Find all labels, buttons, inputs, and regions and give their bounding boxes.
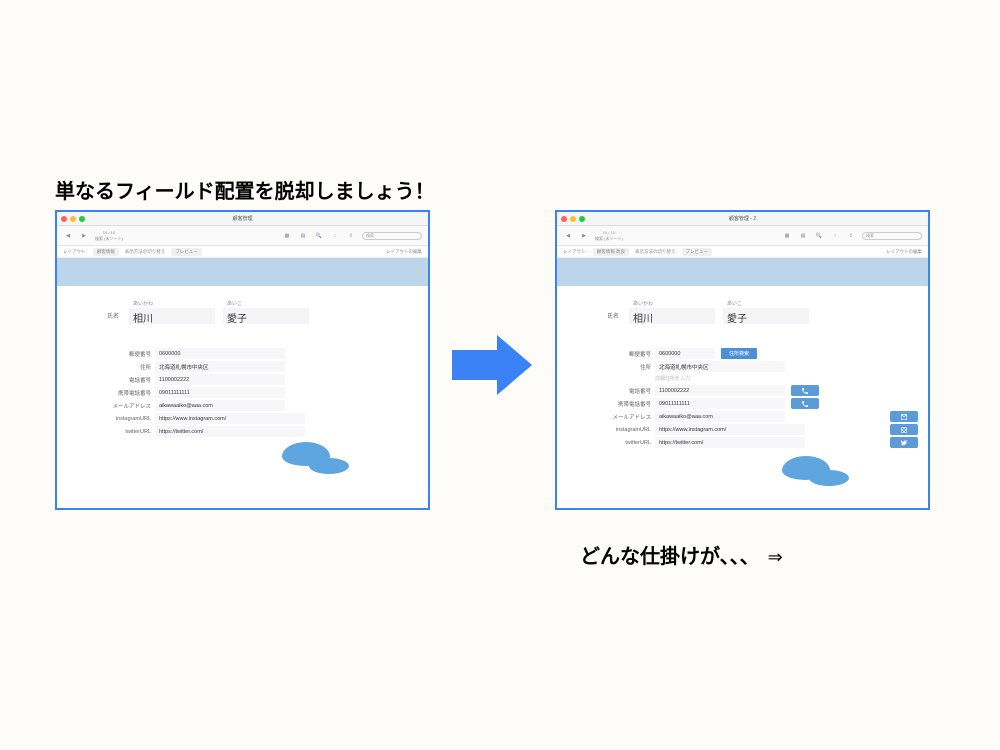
search-input[interactable]: 検索	[862, 232, 922, 240]
address-extra-field[interactable]: 詳細住所を入力	[655, 375, 918, 382]
window-after: 顧客管理 - 2 ◀ ▶ 10 / 10 検索 (未ソート) ▦ ▤ 🔍 ↕ ⇪…	[555, 210, 930, 510]
address-search-button[interactable]: 住所検索	[721, 348, 757, 359]
share-icon[interactable]: ⇪	[846, 231, 856, 241]
address-field[interactable]: 北海道札幌市中央区	[655, 361, 785, 372]
instagram-field[interactable]: https://www.instagram.com/	[155, 413, 305, 424]
delete-record-icon[interactable]: ▤	[798, 231, 808, 241]
postal-field[interactable]: 0600000	[655, 348, 715, 359]
twitter-row: twitterURL https://twitter.com/	[607, 437, 918, 448]
preview-button[interactable]: プレビュー	[171, 248, 202, 256]
edit-layout-button[interactable]: レイアウトの編集	[886, 249, 922, 255]
transition-arrow-icon	[452, 335, 532, 395]
postal-row: 郵便番号 0600000 住所検索	[607, 348, 918, 359]
highlight-blob-icon	[809, 470, 849, 486]
camera-icon	[900, 426, 908, 434]
postal-field[interactable]: 0600000	[155, 348, 285, 359]
titlebar: 顧客管理 - 2	[557, 212, 928, 226]
record-counter: 10 / 10 検索 (未ソート)	[95, 230, 123, 242]
sub-toolbar: レイアウト: 顧客情報 表示方法の切り替え プレビュー レイアウトの編集	[57, 246, 428, 258]
nav-next-icon[interactable]: ▶	[579, 231, 589, 241]
instagram-row: instagramURLhttps://www.instagram.com/	[107, 413, 418, 424]
email-field[interactable]: aikawaaiko@aaa.com	[655, 411, 785, 422]
layout-label: レイアウト:	[563, 249, 587, 255]
twitter-field[interactable]: https://twitter.com/	[155, 426, 305, 437]
right-arrow-icon: ⇒	[768, 547, 783, 568]
phone-field[interactable]: 1100002222	[655, 385, 785, 396]
surname-furigana: あいかわ	[629, 300, 715, 307]
view-switch[interactable]: 表示方法の切り替え	[635, 249, 676, 255]
instagram-field[interactable]: https://www.instagram.com/	[655, 424, 805, 435]
layout-selector[interactable]: 顧客情報	[93, 248, 119, 256]
phone-icon	[801, 387, 809, 395]
toolbar: ◀ ▶ 10 / 10 検索 (未ソート) ▦ ▤ 🔍 ↕ ⇪ 検索	[557, 226, 928, 246]
phone-row: 電話番号1100002222	[107, 374, 418, 385]
postal-row: 郵便番号0600000	[107, 348, 418, 359]
given-field[interactable]: 愛子	[223, 308, 309, 324]
surname-furigana: あいかわ	[129, 300, 215, 307]
bird-icon	[900, 439, 908, 447]
name-label: 氏名	[107, 311, 119, 320]
surname-field[interactable]: 相川	[629, 308, 715, 324]
nav-next-icon[interactable]: ▶	[79, 231, 89, 241]
window-before: 顧客管理 ◀ ▶ 10 / 10 検索 (未ソート) ▦ ▤ 🔍 ↕ ⇪ 検索 …	[55, 210, 430, 510]
find-icon[interactable]: 🔍	[814, 231, 824, 241]
mobile-field[interactable]: 09011111111	[155, 387, 285, 398]
phone-icon	[801, 400, 809, 408]
call-button[interactable]	[791, 385, 819, 396]
open-instagram-button[interactable]	[890, 424, 918, 435]
titlebar: 顧客管理	[57, 212, 428, 226]
instagram-row: instagramURL https://www.instagram.com/	[607, 424, 918, 435]
new-record-icon[interactable]: ▦	[782, 231, 792, 241]
header-band	[557, 258, 928, 286]
address-field[interactable]: 北海道札幌市中央区	[155, 361, 285, 372]
search-input[interactable]: 検索	[362, 232, 422, 240]
layout-label: レイアウト:	[63, 249, 87, 255]
slide-caption: どんな仕掛けが、、、⇒	[580, 540, 783, 569]
address-row: 住所北海道札幌市中央区	[107, 361, 418, 372]
address-row: 住所 北海道札幌市中央区	[607, 361, 918, 372]
send-email-button[interactable]	[890, 411, 918, 422]
sub-toolbar: レイアウト: 顧客情報 改良 表示方法の切り替え プレビュー レイアウトの編集	[557, 246, 928, 258]
nav-prev-icon[interactable]: ◀	[563, 231, 573, 241]
window-title: 顧客管理	[57, 215, 428, 222]
header-band	[57, 258, 428, 286]
delete-record-icon[interactable]: ▤	[298, 231, 308, 241]
mobile-row: 携帯電話番号 09011111111	[607, 398, 918, 409]
share-icon[interactable]: ⇪	[346, 231, 356, 241]
given-furigana: あいこ	[223, 300, 309, 307]
slide-headline: 単なるフィールド配置を脱却しましょう！	[55, 175, 435, 204]
edit-layout-button[interactable]: レイアウトの編集	[386, 249, 422, 255]
twitter-field[interactable]: https://twitter.com/	[655, 437, 805, 448]
email-row: メールアドレスaikawaaiko@aaa.com	[107, 400, 418, 411]
new-record-icon[interactable]: ▦	[282, 231, 292, 241]
envelope-icon	[900, 413, 908, 421]
email-field[interactable]: aikawaaiko@aaa.com	[155, 400, 285, 411]
sort-icon[interactable]: ↕	[830, 231, 840, 241]
phone-field[interactable]: 1100002222	[155, 374, 285, 385]
toolbar: ◀ ▶ 10 / 10 検索 (未ソート) ▦ ▤ 🔍 ↕ ⇪ 検索	[57, 226, 428, 246]
twitter-row: twitterURLhttps://twitter.com/	[107, 426, 418, 437]
nav-prev-icon[interactable]: ◀	[63, 231, 73, 241]
record-counter: 10 / 10 検索 (未ソート)	[595, 230, 623, 242]
given-field[interactable]: 愛子	[723, 308, 809, 324]
open-twitter-button[interactable]	[890, 437, 918, 448]
preview-button[interactable]: プレビュー	[682, 248, 713, 256]
window-title: 顧客管理 - 2	[557, 215, 928, 222]
layout-selector[interactable]: 顧客情報 改良	[593, 248, 629, 256]
given-furigana: あいこ	[723, 300, 809, 307]
phone-row: 電話番号 1100002222	[607, 385, 918, 396]
sort-icon[interactable]: ↕	[330, 231, 340, 241]
call-mobile-button[interactable]	[791, 398, 819, 409]
email-row: メールアドレス aikawaaiko@aaa.com	[607, 411, 918, 422]
surname-field[interactable]: 相川	[129, 308, 215, 324]
find-icon[interactable]: 🔍	[314, 231, 324, 241]
mobile-row: 携帯電話番号09011111111	[107, 387, 418, 398]
name-label: 氏名	[607, 311, 619, 320]
highlight-blob-icon	[309, 458, 349, 474]
view-switch[interactable]: 表示方法の切り替え	[125, 249, 166, 255]
mobile-field[interactable]: 09011111111	[655, 398, 785, 409]
